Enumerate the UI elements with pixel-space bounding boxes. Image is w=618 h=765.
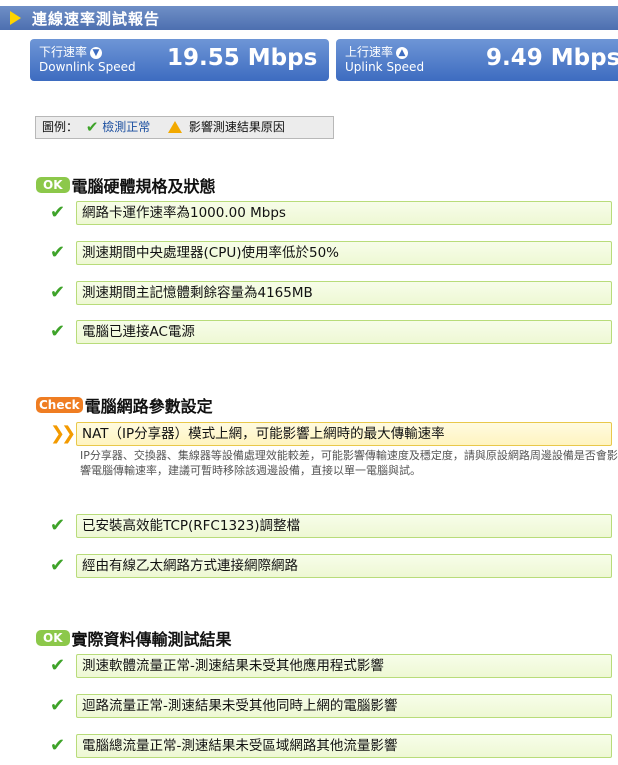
list-item: ✔ 已安裝高效能TCP(RFC1323)調整檔	[50, 514, 612, 538]
uplink-label-en: Uplink Speed	[345, 60, 425, 74]
report-title-bar: 連線速率測試報告	[0, 6, 618, 30]
check-badge: Check	[36, 397, 83, 413]
result-text: 網路卡運作速率為1000.00 Mbps	[76, 201, 612, 225]
legend: 圖例： ✔ 檢測正常 影響測速結果原因	[35, 116, 334, 139]
section-title: 電腦硬體規格及狀態	[71, 177, 216, 196]
check-icon: ✔	[50, 202, 66, 223]
check-icon: ✔	[50, 735, 66, 756]
chevron-up-circle-icon: ▲	[396, 46, 409, 59]
list-item: ✔ 電腦已連接AC電源	[50, 320, 612, 344]
check-icon: ✔	[50, 655, 66, 676]
result-text: 迴路流量正常-測速結果未受其他同時上網的電腦影響	[76, 694, 612, 718]
downlink-speed-panel: 下行速率 ▼ Downlink Speed 19.55 Mbps	[30, 39, 329, 81]
result-text: 測速期間中央處理器(CPU)使用率低於50%	[76, 241, 612, 265]
legend-prefix: 圖例：	[42, 120, 79, 134]
section-transfer-header: OK 實際資料傳輸測試結果	[36, 626, 232, 649]
result-text: 測速期間主記憶體剩餘容量為4165MB	[76, 281, 612, 305]
list-item: ✔ 測速期間主記憶體剩餘容量為4165MB	[50, 281, 612, 305]
legend-normal: 檢測正常	[102, 120, 151, 134]
legend-affect: 影響測速結果原因	[188, 120, 285, 134]
check-icon: ✔	[50, 321, 66, 342]
list-item: ✔ 網路卡運作速率為1000.00 Mbps	[50, 201, 612, 225]
result-text: 電腦已連接AC電源	[76, 320, 612, 344]
uplink-label: 上行速率	[345, 45, 394, 59]
section-hardware-header: OK 電腦硬體規格及狀態	[36, 173, 216, 196]
ok-badge: OK	[36, 177, 70, 193]
uplink-value: 9.49 Mbps	[486, 45, 618, 71]
downlink-value: 19.55 Mbps	[167, 45, 318, 71]
result-text: 測速軟體流量正常-測速結果未受其他應用程式影響	[76, 654, 612, 678]
check-icon: ✔	[50, 695, 66, 716]
check-icon: ✔	[50, 282, 66, 303]
check-icon: ✔	[50, 555, 66, 576]
list-item: ✔ 測速軟體流量正常-測速結果未受其他應用程式影響	[50, 654, 612, 678]
play-arrow-icon	[10, 11, 21, 25]
double-chevron-icon: ❯❯	[50, 423, 76, 444]
result-text: NAT（IP分享器）模式上網，可能影響上網時的最大傳輸速率	[76, 422, 612, 446]
section-network-header: Check 電腦網路參數設定	[36, 393, 213, 416]
result-text: 已安裝高效能TCP(RFC1323)調整檔	[76, 514, 612, 538]
ok-badge: OK	[36, 630, 70, 646]
chevron-down-circle-icon: ▼	[90, 46, 103, 59]
result-text: 經由有線乙太網路方式連接網際網路	[76, 554, 612, 578]
warning-description: IP分享器、交換器、集線器等設備處理效能較差，可能影響傳輸速度及穩定度，請與原設…	[80, 449, 618, 477]
check-icon: ✔	[50, 515, 66, 536]
result-text: 電腦總流量正常-測速結果未受區域網路其他流量影響	[76, 734, 612, 758]
check-icon: ✔	[50, 242, 66, 263]
list-item: ✔ 經由有線乙太網路方式連接網際網路	[50, 554, 612, 578]
uplink-speed-panel: 上行速率 ▲ Uplink Speed 9.49 Mbps	[336, 39, 618, 81]
list-item: ❯❯ NAT（IP分享器）模式上網，可能影響上網時的最大傳輸速率	[50, 422, 612, 446]
section-title: 電腦網路參數設定	[84, 397, 213, 416]
downlink-label: 下行速率	[39, 45, 88, 59]
list-item: ✔ 測速期間中央處理器(CPU)使用率低於50%	[50, 241, 612, 265]
list-item: ✔ 迴路流量正常-測速結果未受其他同時上網的電腦影響	[50, 694, 612, 718]
check-icon: ✔	[85, 118, 99, 136]
downlink-label-en: Downlink Speed	[39, 60, 136, 74]
section-title: 實際資料傳輸測試結果	[71, 630, 232, 649]
report-title: 連線速率測試報告	[32, 10, 161, 28]
warning-icon	[168, 120, 183, 133]
list-item: ✔ 電腦總流量正常-測速結果未受區域網路其他流量影響	[50, 734, 612, 758]
